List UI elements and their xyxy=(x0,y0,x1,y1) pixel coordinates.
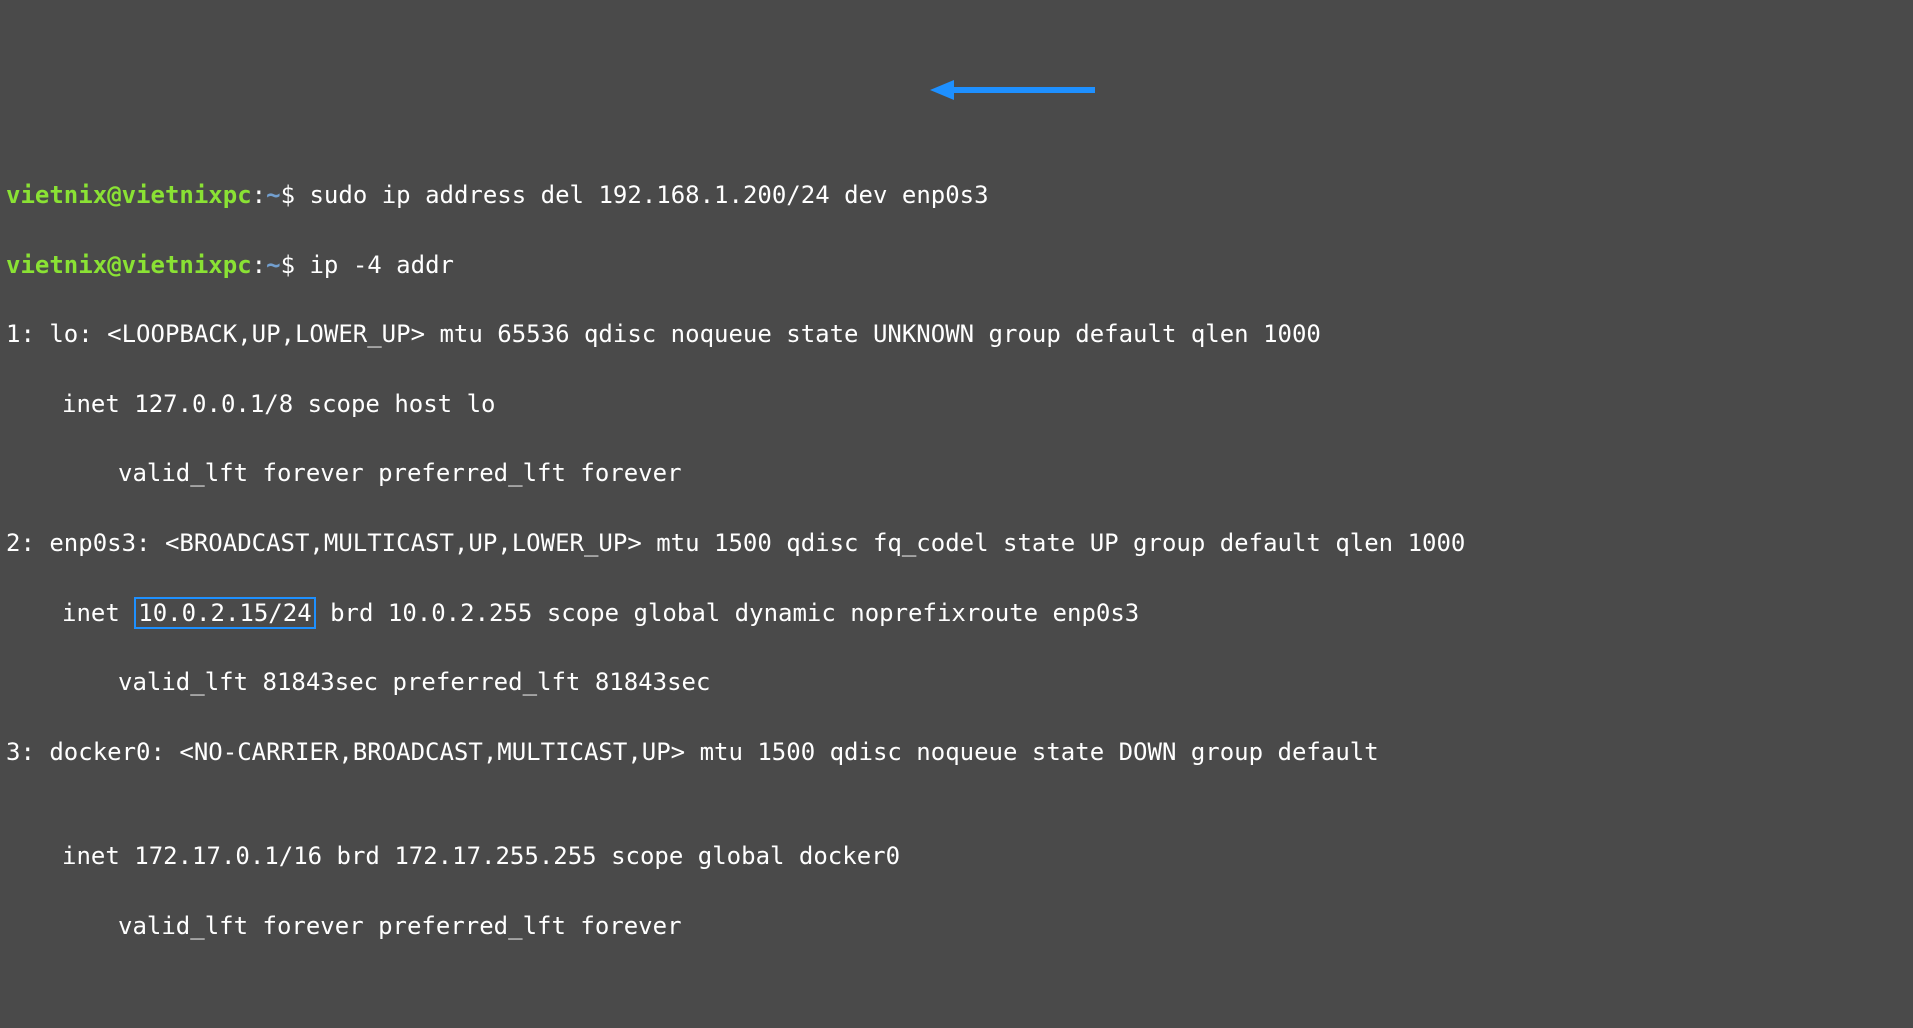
output-line: valid_lft forever preferred_lft forever xyxy=(6,456,1907,491)
annotation-arrow-icon xyxy=(930,8,1100,136)
command-line-2[interactable]: vietnix@vietnixpc:~$ ip -4 addr xyxy=(6,248,1907,283)
prompt-colon: : xyxy=(252,181,266,209)
highlighted-ip-address: 10.0.2.15/24 xyxy=(134,597,315,630)
output-line: inet 127.0.0.1/8 scope host lo xyxy=(6,387,1907,422)
output-line: valid_lft 81843sec preferred_lft 81843se… xyxy=(6,665,1907,700)
prompt-dollar: $ xyxy=(281,251,295,279)
output-line: valid_lft forever preferred_lft forever xyxy=(6,909,1907,944)
output-line: 2: enp0s3: <BROADCAST,MULTICAST,UP,LOWER… xyxy=(6,526,1907,561)
command-text-1: sudo ip address del 192.168.1.200/24 dev… xyxy=(309,181,988,209)
output-line: 3: docker0: <NO-CARRIER,BROADCAST,MULTIC… xyxy=(6,735,1907,770)
prompt-dollar: $ xyxy=(281,181,295,209)
prompt-path: ~ xyxy=(266,181,280,209)
prompt-at: @ xyxy=(107,181,121,209)
prompt-host: vietnixpc xyxy=(122,251,252,279)
prompt-path: ~ xyxy=(266,251,280,279)
output-line: 1: lo: <LOOPBACK,UP,LOWER_UP> mtu 65536 … xyxy=(6,317,1907,352)
output-line: inet 172.17.0.1/16 brd 172.17.255.255 sc… xyxy=(6,839,1907,874)
prompt-user: vietnix xyxy=(6,251,107,279)
prompt-user: vietnix xyxy=(6,181,107,209)
output-text: brd 10.0.2.255 scope global dynamic nopr… xyxy=(316,599,1140,627)
output-text: inet xyxy=(62,599,134,627)
terminal-output: vietnix@vietnixpc:~$ sudo ip address del… xyxy=(6,143,1907,978)
prompt-host: vietnixpc xyxy=(122,181,252,209)
command-line-1[interactable]: vietnix@vietnixpc:~$ sudo ip address del… xyxy=(6,178,1907,213)
prompt-at: @ xyxy=(107,251,121,279)
output-line: inet 10.0.2.15/24 brd 10.0.2.255 scope g… xyxy=(6,596,1907,631)
prompt-colon: : xyxy=(252,251,266,279)
command-text-2: ip -4 addr xyxy=(309,251,454,279)
